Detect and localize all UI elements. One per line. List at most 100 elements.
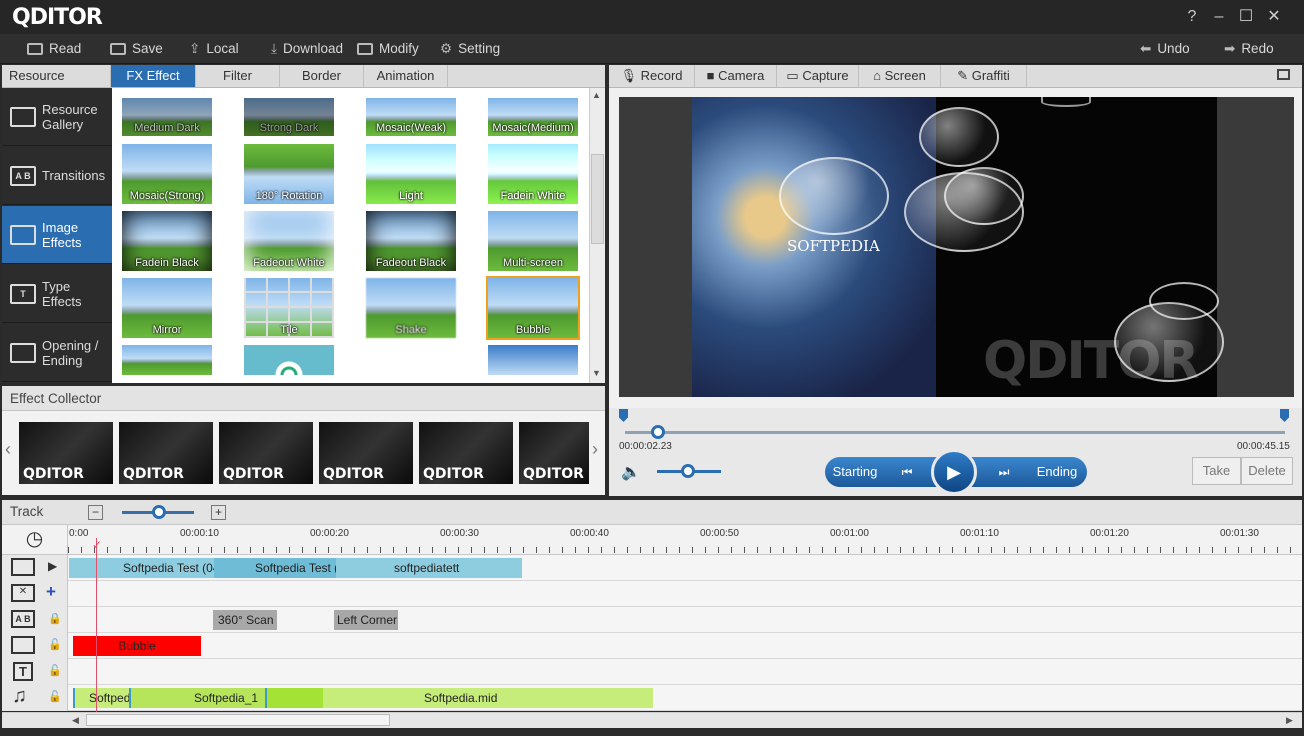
next-icon[interactable]: ⏭ — [986, 457, 1022, 487]
progress-knob[interactable] — [651, 425, 665, 439]
effect-thumb[interactable] — [488, 345, 578, 375]
transition-clip[interactable]: 360° Scan — [213, 610, 277, 630]
effect-thumb[interactable]: Mosaic(Weak) — [366, 98, 456, 136]
playhead-line[interactable] — [96, 538, 97, 712]
help-button[interactable]: ? — [1181, 6, 1203, 28]
tab-capture[interactable]: ▭ Capture — [777, 65, 859, 87]
effect-thumb[interactable]: Tile — [244, 278, 334, 338]
zoom-knob[interactable] — [152, 505, 166, 519]
music-clip[interactable]: Softpedia.mid — [265, 688, 653, 708]
sidebar-item-image-effects[interactable]: Image Effects — [2, 206, 112, 264]
collector-item[interactable]: QDITOR — [219, 422, 313, 484]
music-clip[interactable]: Softpedia — [73, 688, 129, 708]
effect-thumb[interactable]: Mosaic(Strong) — [122, 144, 212, 204]
start-marker[interactable] — [619, 409, 628, 422]
collector-item[interactable]: QDITOR — [319, 422, 413, 484]
tab-record[interactable]: 🎙 Record — [609, 65, 695, 87]
scroll-down-icon[interactable]: ▼ — [592, 368, 601, 378]
effect-thumb[interactable] — [366, 345, 456, 375]
effect-clip[interactable]: Bubble — [73, 636, 201, 656]
zoom-in-button[interactable]: + — [211, 505, 226, 520]
effect-thumb[interactable]: Light — [366, 144, 456, 204]
effect-thumb[interactable]: Strong Dark — [244, 98, 334, 136]
effect-thumb[interactable]: Mosaic(Medium) — [488, 98, 578, 136]
sidebar-item-type-effects[interactable]: T Type Effects — [2, 265, 112, 323]
tab-screen[interactable]: ⌂ Screen — [859, 65, 941, 87]
download-button[interactable]: ⤓ Download — [271, 34, 343, 64]
effect-thumb[interactable]: Medium Dark — [122, 98, 212, 136]
effect-thumb[interactable]: Fadein White — [488, 144, 578, 204]
video-clip[interactable]: Softpedia Test (04) — [69, 558, 214, 578]
transition-clip[interactable]: Left Corner — [334, 610, 398, 630]
sidebar-item-resource-gallery[interactable]: Resource Gallery — [2, 88, 112, 146]
collector-item[interactable]: QDITOR — [19, 422, 113, 484]
effect-thumb[interactable]: Multi-screen — [488, 211, 578, 271]
progress-track[interactable] — [625, 431, 1285, 434]
tab-animation[interactable]: Animation — [364, 65, 448, 87]
collector-item[interactable]: QDITOR — [519, 422, 589, 484]
effect-thumb[interactable]: 180° Rotation — [244, 144, 334, 204]
modify-button[interactable]: Modify — [357, 34, 419, 64]
close-button[interactable]: ✕ — [1263, 6, 1285, 28]
collector-item[interactable]: QDITOR — [419, 422, 513, 484]
scroll-thumb[interactable] — [591, 154, 604, 244]
undo-button[interactable]: ⬅ Undo — [1140, 34, 1190, 64]
lock-icon[interactable]: 🔓 — [48, 664, 62, 677]
video-clip[interactable]: softpediatett — [336, 558, 522, 578]
effect-thumb[interactable]: Fadeout Black — [366, 211, 456, 271]
volume-icon[interactable]: 🔈 — [621, 462, 641, 482]
effect-thumb[interactable]: Fadeout White — [244, 211, 334, 271]
tab-fx-effect[interactable]: FX Effect — [111, 65, 196, 87]
expand-track-icon[interactable]: ▶ — [48, 559, 57, 573]
scroll-thumb[interactable] — [86, 714, 390, 726]
track-head: ♫ 🔓 — [2, 685, 68, 711]
tab-border[interactable]: Border — [280, 65, 364, 87]
tab-graffiti[interactable]: ✎ Graffiti — [941, 65, 1027, 87]
lock-icon[interactable]: 🔓 — [48, 638, 62, 651]
volume-knob[interactable] — [681, 464, 695, 478]
play-button[interactable]: ▶ — [931, 449, 977, 495]
minimize-button[interactable]: – — [1208, 6, 1230, 28]
scroll-up-icon[interactable]: ▲ — [592, 90, 601, 100]
delete-button[interactable]: Delete — [1241, 457, 1293, 485]
sidebar-item-opening-ending[interactable]: Opening / Ending — [2, 324, 112, 382]
mute-icon[interactable]: ✕ — [11, 584, 35, 602]
take-button[interactable]: Take — [1192, 457, 1241, 485]
effect-thumb[interactable]: Fadein Black — [122, 211, 212, 271]
scroll-left-icon[interactable]: ◀ — [72, 715, 79, 726]
add-icon[interactable]: + — [46, 582, 56, 602]
prev-icon[interactable]: ⏮ — [889, 457, 925, 487]
read-button[interactable]: Read — [27, 34, 81, 64]
zoom-out-button[interactable]: − — [88, 505, 103, 520]
collector-next-icon[interactable]: › — [592, 439, 598, 460]
effects-scrollbar[interactable]: ▲ ▼ — [589, 88, 605, 383]
video-clip[interactable]: Softpedia Test (04) — [214, 558, 336, 578]
end-marker[interactable] — [1280, 409, 1289, 422]
effect-thumb[interactable] — [244, 345, 334, 375]
effect-thumb-selected[interactable]: Bubble — [486, 276, 580, 340]
scroll-right-icon[interactable]: ▶ — [1286, 715, 1293, 726]
playhead-marker[interactable]: ✓ — [92, 538, 102, 552]
lock-icon[interactable]: 🔒 — [48, 612, 62, 625]
effect-thumb[interactable] — [122, 345, 212, 375]
opening-icon — [10, 342, 36, 363]
collector-item[interactable]: QDITOR — [119, 422, 213, 484]
expand-icon[interactable] — [1277, 69, 1290, 80]
effect-thumb[interactable]: Shake — [366, 278, 456, 338]
timeline-ruler[interactable]: ◷ 0:00 00:00:10 00:00:20 00:00:30 00:00:… — [2, 525, 1302, 555]
sidebar-item-transitions[interactable]: A B Transitions — [2, 147, 112, 205]
redo-button[interactable]: ➡ Redo — [1224, 34, 1274, 64]
save-button[interactable]: Save — [110, 34, 163, 64]
tab-camera[interactable]: ■ Camera — [695, 65, 777, 87]
music-clip[interactable]: Softpedia_1 — [129, 688, 265, 708]
setting-button[interactable]: ⚙ Setting — [440, 34, 500, 64]
timeline-scrollbar[interactable]: ◀ ▶ — [2, 712, 1302, 728]
ending-button[interactable]: Ending — [1027, 457, 1087, 487]
tab-filter[interactable]: Filter — [196, 65, 280, 87]
maximize-button[interactable]: ☐ — [1235, 6, 1257, 28]
collector-prev-icon[interactable]: ‹ — [5, 439, 11, 460]
effect-thumb[interactable]: Mirror — [122, 278, 212, 338]
local-button[interactable]: ⇪ Local — [189, 34, 239, 64]
lock-icon[interactable]: 🔓 — [48, 690, 62, 703]
starting-button[interactable]: Starting — [825, 457, 885, 487]
